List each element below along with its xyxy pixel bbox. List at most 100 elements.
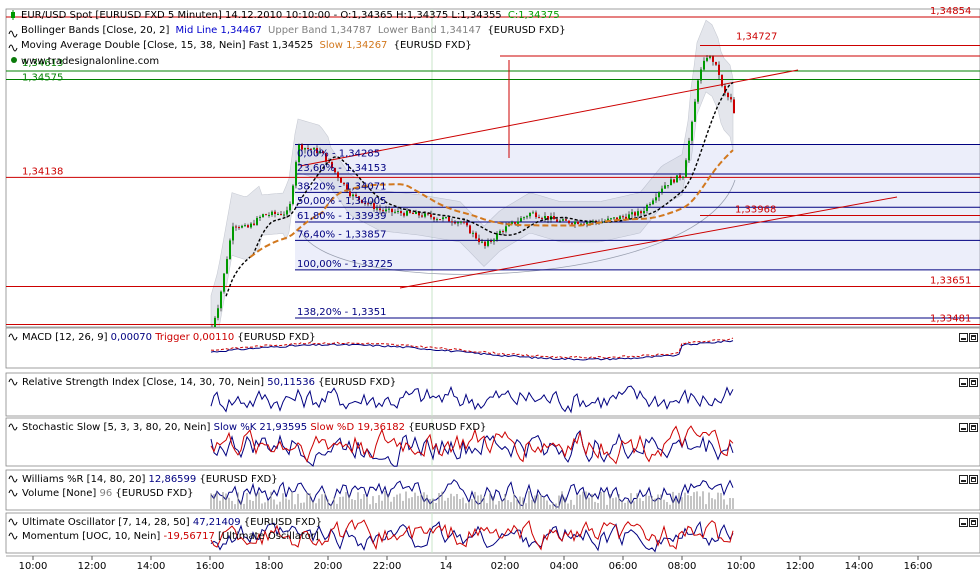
indicator-panel-macd[interactable]: MACD [12, 26, 9] 0,00070 Trigger 0,00110…: [5, 327, 980, 369]
indicator-label-part: {EURUSD FXD}: [196, 474, 277, 485]
moving-average-label[interactable]: Moving Average Double [Close, 15, 38, Ne…: [21, 40, 472, 51]
time-tick-label: 06:00: [609, 561, 638, 572]
level-label: 1,34727: [736, 32, 777, 43]
candle-body: [688, 140, 690, 161]
indicator-label[interactable]: Williams %R [14, 80, 20] 12,86599 {EURUS…: [22, 474, 278, 485]
candle-body: [451, 221, 453, 223]
candle-body: [682, 176, 684, 178]
level-label: 1,34854: [930, 6, 971, 17]
candle-body: [469, 225, 471, 234]
candle-body: [214, 317, 216, 327]
instrument-title[interactable]: EUR/USD Spot [EURUSD FXD 5 Minuten] 14.1…: [21, 10, 560, 21]
candle-body: [280, 214, 282, 216]
bollinger-label[interactable]: Bollinger Bands [Close, 20, 2] Mid Line …: [21, 25, 566, 36]
candle-body: [490, 240, 492, 242]
candle-body: [376, 208, 378, 210]
candle-body: [526, 216, 528, 218]
indicator-label[interactable]: Relative Strength Index [Close, 14, 30, …: [22, 377, 396, 388]
candle-body: [661, 188, 663, 193]
candle-body: [238, 227, 240, 229]
candle-body: [568, 220, 570, 224]
indicator-panel-ultimate-momentum[interactable]: Ultimate Oscillator [7, 14, 28, 50] 47,2…: [5, 512, 980, 554]
panel-maximize-button[interactable]: [969, 378, 978, 387]
indicator-label-part: Slow %D 19,36182: [307, 422, 405, 433]
panel-maximize-button[interactable]: [969, 333, 978, 342]
main-price-panel[interactable]: 0,00% - 1,34285 23,60% - 1,34153 38,20% - …: [5, 6, 980, 358]
time-tick-label: 14:00: [137, 561, 166, 572]
candle-body: [610, 218, 612, 220]
candle-body: [253, 223, 255, 225]
candle-body: [523, 217, 525, 219]
candle-body: [292, 185, 294, 204]
indicator-label[interactable]: Momentum [UOC, 10, Nein] -19,56717 [Ulti…: [22, 531, 319, 542]
level-label: 1,33968: [735, 204, 776, 215]
time-tick-label: 10:00: [727, 561, 756, 572]
candle-body: [631, 212, 633, 215]
candle-body: [697, 80, 699, 102]
panel-maximize-button[interactable]: [969, 475, 978, 484]
panel-minimize-button[interactable]: [959, 423, 968, 432]
candle-body: [250, 223, 252, 228]
bollinger-mid: Mid Line 1,34467: [176, 25, 262, 36]
panel-minimize-button[interactable]: [959, 518, 968, 527]
candle-body: [217, 308, 219, 318]
indicator-label-part: {EURUSD FXD}: [112, 488, 193, 499]
indicator-label-part: Relative Strength Index [Close, 14, 30, …: [22, 377, 267, 388]
candle-body: [262, 214, 264, 217]
candle-body: [403, 213, 405, 216]
candle-body: [220, 291, 222, 309]
indicator-label-part: Williams %R [14, 80, 20]: [22, 474, 149, 485]
candle-body: [673, 179, 675, 183]
panel-maximize-button[interactable]: [969, 518, 978, 527]
indicator-label[interactable]: Stochastic Slow [5, 3, 3, 80, 20, Nein] …: [22, 422, 486, 433]
indicator-panel-williams-volume[interactable]: Williams %R [14, 80, 20] 12,86599 {EURUS…: [5, 469, 980, 511]
candle-body: [538, 217, 540, 219]
bollinger-upper: Upper Band 1,34787: [268, 25, 372, 36]
indicator-label-part: {EURUSD FXD}: [234, 332, 315, 343]
time-tick-label: 04:00: [550, 561, 579, 572]
panel-maximize-button[interactable]: [969, 423, 978, 432]
candle-body: [535, 212, 537, 218]
candle-body: [652, 200, 654, 205]
candle-body: [439, 219, 441, 221]
bollinger-symbol: {EURUSD FXD}: [487, 25, 565, 36]
candle-body: [487, 240, 489, 246]
candle-body: [685, 160, 687, 177]
candle-body: [586, 222, 588, 224]
candle-body: [433, 217, 435, 220]
bollinger-lower: Lower Band 1,34147: [378, 25, 481, 36]
candle-body: [424, 213, 426, 217]
trading-chart[interactable]: 0,00% - 1,34285 23,60% - 1,34153 38,20% - …: [0, 0, 980, 579]
candle-body: [670, 179, 672, 186]
time-tick-label: 12:00: [786, 561, 815, 572]
candle-body: [529, 212, 531, 217]
candle-body: [241, 225, 243, 228]
time-tick-label: 08:00: [668, 561, 697, 572]
candle-body: [265, 214, 267, 216]
candle-body: [658, 192, 660, 198]
indicator-panel-rsi[interactable]: Relative Strength Index [Close, 14, 30, …: [5, 372, 980, 417]
indicator-label[interactable]: Volume [None] 96 {EURUSD FXD}: [22, 488, 194, 499]
level-label: 1,33651: [930, 275, 971, 286]
candle-body: [562, 219, 564, 221]
candle-body: [577, 221, 579, 225]
candle-body: [709, 56, 711, 58]
panel-minimize-button[interactable]: [959, 378, 968, 387]
candle-body: [565, 219, 567, 221]
indicator-label[interactable]: MACD [12, 26, 9] 0,00070 Trigger 0,00110…: [22, 332, 316, 343]
indicator-label[interactable]: Ultimate Oscillator [7, 14, 28, 50] 47,2…: [22, 517, 322, 528]
candle-body: [541, 217, 543, 219]
candle-body: [472, 232, 474, 234]
indicator-label-part: {EURUSD FXD}: [405, 422, 486, 433]
candle-body: [727, 92, 729, 98]
panel-minimize-button[interactable]: [959, 333, 968, 342]
indicator-panels[interactable]: MACD [12, 26, 9] 0,00070 Trigger 0,00110…: [5, 327, 980, 554]
candle-body: [448, 216, 450, 222]
candle-body: [484, 241, 486, 246]
candle-body: [622, 216, 624, 218]
indicator-label-part: Momentum [UOC, 10, Nein]: [22, 531, 164, 542]
indicator-label-part: Volume [None]: [22, 488, 99, 499]
time-tick-label: 14: [440, 561, 453, 572]
panel-minimize-button[interactable]: [959, 475, 968, 484]
indicator-panel-stochastic[interactable]: Stochastic Slow [5, 3, 3, 80, 20, Nein] …: [5, 417, 980, 467]
